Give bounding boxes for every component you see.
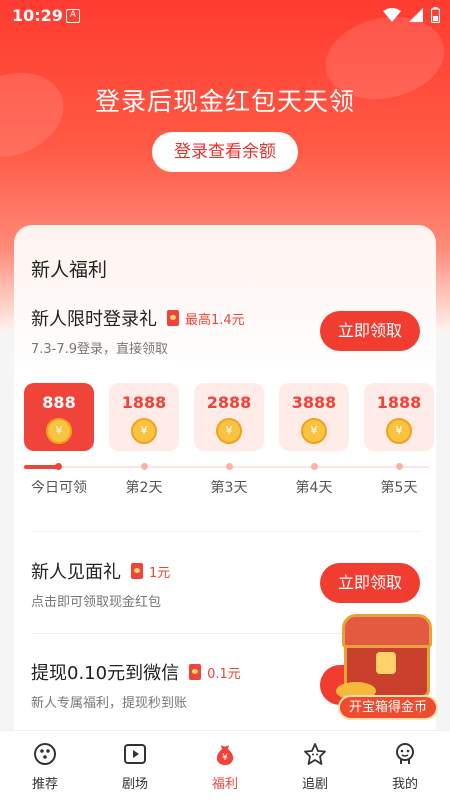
notification-icon: A <box>66 9 80 23</box>
red-packet-icon <box>189 664 202 680</box>
badge-amount: 最高1.4元 <box>185 312 245 328</box>
day-tile-4[interactable]: 3888 ¥ <box>279 383 349 451</box>
tab-label: 我的 <box>391 777 418 792</box>
follow-icon <box>304 743 326 765</box>
bottom-tab-bar: 推荐 剧场 ¥ 福利 追剧 我的 <box>0 730 450 800</box>
theater-icon <box>124 744 146 764</box>
day-tile-2[interactable]: 1888 ¥ <box>109 383 179 451</box>
day-amount: 3888 <box>291 393 337 412</box>
red-packet-icon <box>131 563 143 579</box>
tab-label: 追剧 <box>301 777 328 792</box>
gold-coin-icon: ¥ <box>301 418 327 444</box>
status-bar: 10:29 A <box>0 0 450 32</box>
progress-dot <box>55 463 62 470</box>
login-gift-subtitle: 7.3-7.9登录，直接领取 <box>31 342 169 357</box>
day-tile-5[interactable]: 1888 ¥ <box>364 383 434 451</box>
tab-follow[interactable]: 追剧 <box>270 731 360 800</box>
day-amount: 888 <box>42 393 76 412</box>
meet-gift-title-text: 新人见面礼 <box>31 562 121 583</box>
claim-meet-gift-button[interactable]: 立即领取 <box>320 563 420 603</box>
withdraw-title-text: 提现0.10元到微信 <box>31 663 180 684</box>
tab-label: 剧场 <box>121 777 148 792</box>
progress-fill <box>24 465 58 469</box>
red-packet-badge: 1元 <box>131 562 170 581</box>
badge-amount: 1元 <box>149 565 171 581</box>
tab-profile[interactable]: 我的 <box>360 731 450 800</box>
signal-icon <box>409 8 423 22</box>
claim-login-gift-button[interactable]: 立即领取 <box>320 311 420 351</box>
tab-theater[interactable]: 剧场 <box>90 731 180 800</box>
meet-gift-subtitle: 点击即可领取现金红包 <box>31 595 162 610</box>
day-label: 今日可领 <box>31 480 87 496</box>
profile-icon <box>396 743 414 764</box>
day-amount: 2888 <box>206 393 252 412</box>
meet-gift-title: 新人见面礼 1元 <box>31 558 170 584</box>
login-view-balance-button[interactable]: 登录查看余额 <box>152 132 298 172</box>
progress-dot <box>311 463 318 470</box>
red-packet-icon <box>167 310 179 326</box>
progress-dot <box>226 463 233 470</box>
recommend-icon <box>34 743 56 765</box>
treasure-chest-lid <box>342 614 432 648</box>
gold-coin-icon: ¥ <box>386 418 412 444</box>
badge-amount: 0.1元 <box>207 666 241 682</box>
gold-coin-icon: ¥ <box>131 418 157 444</box>
progress-dot <box>141 463 148 470</box>
gold-coin-icon: ¥ <box>216 418 242 444</box>
day-label: 第4天 <box>295 480 333 496</box>
tab-label: 推荐 <box>31 777 58 792</box>
status-time: 10:29 <box>12 6 63 25</box>
progress-dot <box>396 463 403 470</box>
divider <box>31 531 421 532</box>
treasure-chest-button[interactable]: 开宝箱得金币 <box>336 612 440 720</box>
wifi-icon <box>383 8 401 22</box>
red-packet-badge: 0.1元 <box>189 663 241 682</box>
tab-label: 福利 <box>211 777 238 792</box>
day-amount: 1888 <box>376 393 422 412</box>
day-tile-1[interactable]: 888 ¥ <box>24 383 94 451</box>
withdraw-title: 提现0.10元到微信 0.1元 <box>31 659 241 685</box>
tab-welfare[interactable]: ¥ 福利 <box>180 731 270 800</box>
tab-recommend[interactable]: 推荐 <box>0 731 90 800</box>
red-packet-badge: 最高1.4元 <box>167 309 245 328</box>
battery-icon <box>431 7 440 23</box>
treasure-chest-label: 开宝箱得金币 <box>338 695 438 720</box>
day-label: 第3天 <box>210 480 248 496</box>
withdraw-subtitle: 新人专属福利，提现秒到账 <box>31 696 188 711</box>
day-label: 第5天 <box>380 480 418 496</box>
hero-title: 登录后现金红包天天领 <box>94 87 355 116</box>
status-icons <box>383 7 440 23</box>
login-gift-title-text: 新人限时登录礼 <box>31 309 157 330</box>
welfare-icon: ¥ <box>216 745 234 765</box>
day-label: 第2天 <box>125 480 163 496</box>
chest-lock-icon <box>376 652 396 674</box>
login-gift-title: 新人限时登录礼 最高1.4元 <box>31 305 245 331</box>
day-amount: 1888 <box>121 393 167 412</box>
svg-text:¥: ¥ <box>222 753 228 763</box>
section-title: 新人福利 <box>31 259 108 281</box>
gold-coin-icon: ¥ <box>46 418 72 444</box>
day-tile-3[interactable]: 2888 ¥ <box>194 383 264 451</box>
